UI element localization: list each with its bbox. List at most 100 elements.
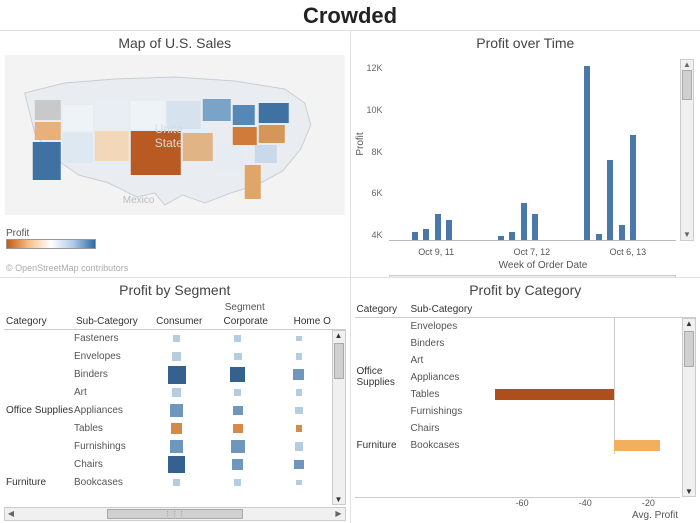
table-row[interactable]: Art [4,384,346,402]
table-row[interactable]: Chairs [355,420,697,437]
map-attribution: © OpenStreetMap contributors [6,263,128,273]
segment-title: Profit by Segment [4,280,346,302]
map-title: Map of U.S. Sales [4,33,346,55]
table-row[interactable]: Envelopes [4,348,346,366]
row-subcategory: Binders [411,338,491,349]
mark-square [168,366,186,384]
row-marks [146,352,346,360]
row-marks [146,404,346,418]
row-category: Furniture [4,477,74,488]
segment-super-header: Segment [4,302,346,314]
mark-square [168,456,185,473]
heat-cell [207,404,268,418]
segment-rows: FastenersEnvelopesBindersArtOffice Suppl… [4,330,346,506]
bar [498,236,504,240]
scroll-up-icon[interactable]: ▲ [683,319,695,328]
table-row[interactable]: Envelopes [355,318,697,335]
mark-square [294,460,304,470]
scroll-up-icon[interactable]: ▲ [681,60,693,70]
time-hscroll[interactable]: ◀ ⋮⋮⋮ ▶ [389,275,677,277]
col-category[interactable]: Category [4,314,74,329]
table-row[interactable]: Fasteners [4,330,346,348]
table-row[interactable]: Binders [355,335,697,352]
scroll-left-icon[interactable]: ◀ [5,508,17,520]
category-vscroll[interactable]: ▲ ▼ [682,318,696,498]
table-row[interactable]: FurnitureBookcases [355,437,697,454]
y-tick: 4K [371,230,382,240]
col-category[interactable]: Category [355,304,411,315]
x-tick: -60 [516,498,529,508]
row-subcategory: Tables [411,389,491,400]
segment-vscroll[interactable]: ▲ ▼ [332,330,346,506]
time-y-ticks: 12K 10K 8K 6K 4K [355,59,385,241]
scroll-down-icon[interactable]: ▼ [681,230,693,240]
bar [619,225,625,239]
pane-category: Profit by Category Category Sub-Category… [351,278,700,523]
row-subcategory: Tables [74,423,146,434]
scroll-right-icon[interactable]: ▶ [663,276,675,277]
row-subcategory: Furnishings [74,441,146,452]
mark-square [296,389,302,395]
scroll-thumb[interactable]: ⋮⋮⋮ [107,509,243,519]
table-row[interactable]: Binders [4,366,346,384]
table-row[interactable]: Office SuppliesAppliances [355,369,697,386]
mark-square [234,353,242,361]
y-tick: 8K [371,147,382,157]
scroll-thumb[interactable] [682,70,692,100]
scroll-thumb[interactable] [334,343,344,379]
mark-square [172,388,180,396]
row-marks [146,440,346,454]
mark-square [233,406,243,416]
mark-square [293,369,304,380]
row-marks [146,456,346,473]
scroll-up-icon[interactable]: ▲ [333,331,345,340]
row-subcategory: Chairs [411,423,491,434]
mark-square [173,335,181,343]
map-body[interactable]: Unite State Mexico Profit © OpenStreetMa… [4,55,346,275]
heat-cell [207,423,268,434]
bar [435,214,441,239]
col-subcategory[interactable]: Sub-Category [74,314,146,329]
x-group: Oct 7, 12 [514,247,551,257]
row-marks [146,388,346,396]
mark-square [230,367,245,382]
col-consumer[interactable]: Consumer [146,314,213,329]
col-homeoffice[interactable]: Home O [279,314,346,329]
row-subcategory: Fasteners [74,333,146,344]
heat-cell [146,456,207,473]
table-row[interactable]: Chairs [4,456,346,474]
heat-cell [146,423,207,434]
mark-square [234,479,241,486]
bar [423,229,429,240]
table-row[interactable]: Tables [4,420,346,438]
scroll-left-icon[interactable]: ◀ [390,276,402,277]
mark-square [170,404,184,418]
row-subcategory: Art [74,387,146,398]
bar-area [491,318,681,335]
heat-cell [268,456,329,473]
table-row[interactable]: Furnishings [4,438,346,456]
scroll-down-icon[interactable]: ▼ [683,487,695,496]
row-subcategory: Art [411,355,491,366]
col-subcategory[interactable]: Sub-Category [411,304,491,315]
time-vscroll[interactable]: ▲ ▼ [680,59,694,241]
table-row[interactable]: FurnitureBookcases [4,474,346,492]
row-category: Office Supplies [4,405,74,416]
heat-cell [146,335,207,343]
time-body[interactable]: Profit 12K 10K 8K 6K 4K [355,55,697,275]
mark-square [295,407,303,415]
col-corporate[interactable]: Corporate [213,314,280,329]
mark-square [296,480,301,485]
scroll-thumb[interactable] [684,331,694,367]
scroll-right-icon[interactable]: ▶ [333,508,345,520]
table-row[interactable]: Office SuppliesAppliances [4,402,346,420]
mark-square [171,423,182,434]
table-row[interactable]: Tables [355,386,697,403]
bar [412,232,418,239]
row-subcategory: Envelopes [411,321,491,332]
table-row[interactable]: Furnishings [355,403,697,420]
scroll-down-icon[interactable]: ▼ [333,495,345,504]
row-subcategory: Bookcases [74,477,146,488]
segment-hscroll[interactable]: ◀ ⋮⋮⋮ ▶ [4,507,346,521]
row-top: Map of U.S. Sales [0,30,700,277]
